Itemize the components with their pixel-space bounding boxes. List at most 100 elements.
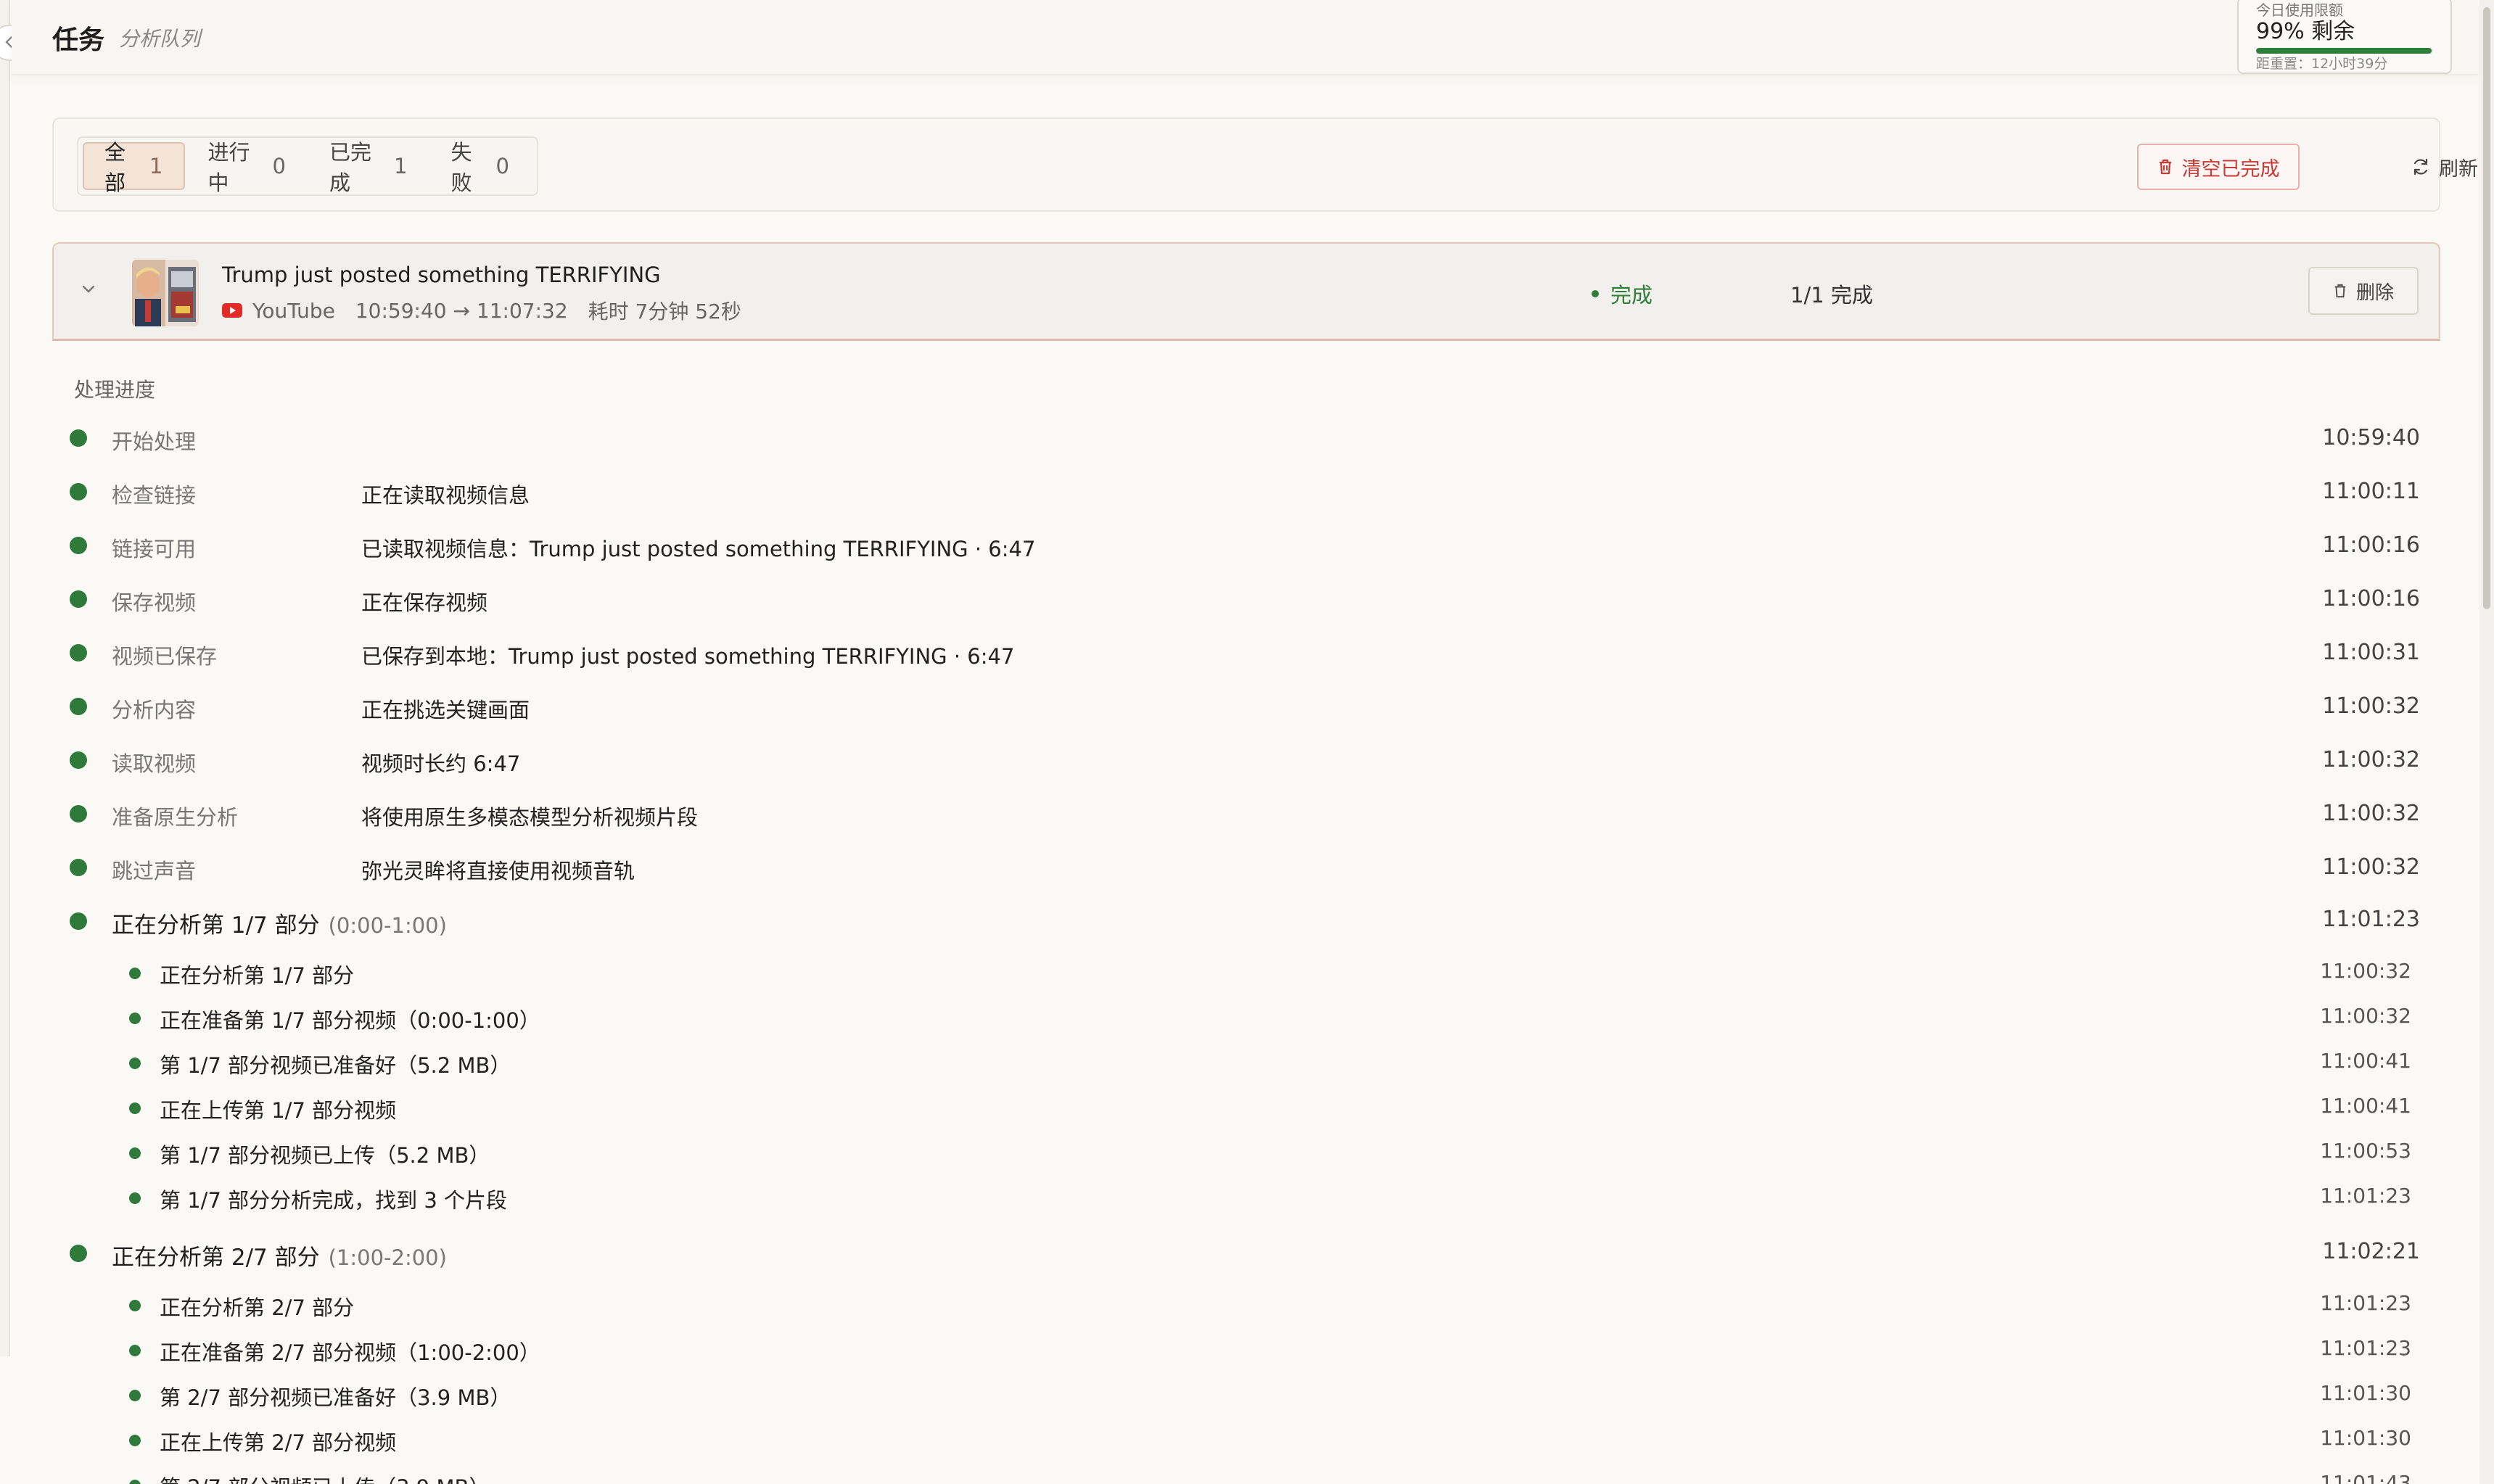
tasks-page: 任务 分析队列 今日使用限额 99% 剩余 距重置：12小时39分 全部 1 进行…	[0, 0, 2494, 1484]
timeline-step: 准备原生分析 将使用原生多模态模型分析视频片段 11:00:32	[70, 791, 2420, 844]
clear-completed-button[interactable]: 清空已完成	[2137, 144, 2300, 190]
step-dot	[70, 751, 87, 769]
substep-name: 正在准备第 1/7 部分视频（0:00-1:00）	[160, 1008, 540, 1033]
step-time: 11:00:32	[2322, 693, 2420, 719]
timeline-step: 链接可用 已读取视频信息：Trump just posted something…	[70, 522, 2420, 576]
substep-name: 正在分析第 2/7 部分	[160, 1295, 355, 1320]
phase-time: 11:01:23	[2322, 907, 2420, 932]
timeline-step: 分析内容 正在挑选关键画面 11:00:32	[70, 683, 2420, 737]
substep-time: 11:00:41	[2320, 1094, 2411, 1118]
step-time: 11:00:31	[2322, 640, 2420, 665]
step-dot	[70, 590, 87, 608]
substep-dot	[129, 1300, 141, 1311]
timeline-substep: 正在上传第 2/7 部分视频 11:01:30	[70, 1417, 2420, 1462]
substep-name: 正在上传第 2/7 部分视频	[160, 1430, 397, 1455]
substep-name: 正在分析第 1/7 部分	[160, 963, 355, 988]
timeline-substep: 正在上传第 1/7 部分视频 11:00:41	[70, 1085, 2420, 1130]
phase-name: 正在分析第 2/7 部分 (1:00-2:00)	[112, 1239, 447, 1271]
filter-bar: 全部 1 进行中 0 已完成 1 失败 0 清空已完成 刷新	[52, 118, 2478, 212]
substep-dot	[129, 1192, 141, 1204]
step-name: 跳过声音	[112, 859, 197, 883]
step-dot	[70, 537, 87, 554]
tab-all[interactable]: 全部 1	[83, 140, 185, 195]
timeline-step: 视频已保存 已保存到本地：Trump just posted something…	[70, 630, 2420, 683]
task-duration: 耗时 7分钟 52秒	[588, 300, 741, 323]
tab-count: 1	[394, 154, 408, 178]
substep-time: 11:00:41	[2320, 1049, 2411, 1073]
task-source: YouTube	[252, 298, 335, 323]
phase-range: (1:00-2:00)	[328, 1245, 447, 1270]
step-name: 分析内容	[112, 698, 197, 722]
substep-time: 11:01:23	[2320, 1336, 2411, 1360]
status-tabs: 全部 1 进行中 0 已完成 1 失败 0	[77, 136, 538, 196]
tab-label: 全部	[104, 140, 126, 195]
timeline-substep: 正在分析第 2/7 部分 11:01:23	[70, 1282, 2420, 1327]
substep-dot	[129, 1102, 141, 1114]
substep-dot	[129, 1345, 141, 1356]
substep-time: 11:01:30	[2320, 1426, 2411, 1450]
chevron-down-icon	[80, 280, 97, 300]
substep-name: 第 1/7 部分视频已准备好（5.2 MB）	[160, 1053, 511, 1078]
step-message: 已保存到本地：Trump just posted something TERRI…	[361, 644, 1015, 669]
step-time: 11:00:16	[2322, 532, 2420, 558]
tab-failed[interactable]: 失败 0	[431, 140, 530, 195]
task-progress-text: 1/1 完成	[1790, 283, 1873, 308]
step-time: 11:00:16	[2322, 586, 2420, 611]
substep-dot	[129, 968, 141, 979]
substep-dot	[129, 1480, 141, 1484]
delete-task-button[interactable]: 删除	[2308, 267, 2419, 315]
step-time: 11:00:32	[2322, 801, 2420, 826]
expand-toggle[interactable]	[74, 276, 103, 305]
step-dot	[70, 698, 87, 715]
video-thumbnail	[132, 260, 199, 326]
step-message: 正在读取视频信息	[361, 483, 530, 508]
trash-icon	[2333, 283, 2347, 299]
step-dot	[70, 644, 87, 661]
status-badge: 完成	[1592, 279, 1653, 309]
page-scrollbar[interactable]	[2479, 0, 2494, 1484]
step-message: 正在保存视频	[361, 590, 488, 615]
substep-dot	[129, 1147, 141, 1159]
timeline-substep: 第 1/7 部分视频已准备好（5.2 MB） 11:00:41	[70, 1040, 2420, 1085]
substep-name: 第 2/7 部分视频已准备好（3.9 MB）	[160, 1385, 511, 1410]
tab-completed[interactable]: 已完成 1	[309, 140, 428, 195]
substep-time: 11:00:32	[2320, 959, 2411, 983]
trash-icon	[2157, 158, 2173, 176]
step-message: 视频时长约 6:47	[361, 751, 521, 776]
delete-label: 删除	[2355, 281, 2394, 304]
substep-name: 正在上传第 1/7 部分视频	[160, 1098, 397, 1123]
progress-timeline: 开始处理 10:59:40 检查链接 正在读取视频信息 11:00:11 链接可…	[70, 415, 2420, 1484]
quota-reset-text: 距重置：12小时39分	[2256, 56, 2388, 72]
task-row[interactable]: Trump just posted something TERRIFYING Y…	[52, 242, 2440, 341]
step-name: 链接可用	[112, 537, 197, 561]
step-name: 保存视频	[112, 590, 197, 615]
step-name: 读取视频	[112, 751, 197, 776]
quota-value: 99% 剩余	[2256, 19, 2355, 44]
substep-time: 11:01:43	[2320, 1471, 2411, 1484]
progress-section-title: 处理进度	[74, 378, 156, 402]
quota-label: 今日使用限额	[2256, 1, 2343, 19]
step-message: 正在挑选关键画面	[361, 698, 530, 722]
phase-dot	[70, 1245, 87, 1262]
substep-time: 11:01:23	[2320, 1291, 2411, 1315]
timeline-step: 读取视频 视频时长约 6:47 11:00:32	[70, 737, 2420, 791]
step-dot	[70, 483, 87, 500]
clear-completed-label: 清空已完成	[2181, 157, 2280, 181]
timeline-substep: 正在准备第 1/7 部分视频（0:00-1:00） 11:00:32	[70, 995, 2420, 1040]
step-name: 检查链接	[112, 483, 197, 508]
task-time-range: 10:59:40 → 11:07:32	[355, 298, 568, 323]
timeline-substep: 第 2/7 部分视频已准备好（3.9 MB） 11:01:30	[70, 1372, 2420, 1417]
substep-time: 11:00:32	[2320, 1004, 2411, 1028]
tab-in-progress[interactable]: 进行中 0	[188, 140, 307, 195]
timeline-substep: 正在分析第 1/7 部分 11:00:32	[70, 950, 2420, 995]
timeline-step: 开始处理 10:59:40	[70, 415, 2420, 469]
timeline-substep: 第 1/7 部分分析完成，找到 3 个片段 11:01:23	[70, 1175, 2420, 1220]
refresh-button[interactable]: 刷新	[2372, 144, 2494, 190]
refresh-label: 刷新	[2439, 157, 2478, 181]
tab-label: 失败	[450, 140, 472, 195]
step-time: 10:59:40	[2322, 425, 2420, 450]
substep-dot	[129, 1013, 141, 1024]
scrollbar-thumb[interactable]	[2483, 7, 2490, 609]
step-message: 将使用原生多模态模型分析视频片段	[361, 805, 699, 830]
status-dot	[1592, 290, 1599, 297]
